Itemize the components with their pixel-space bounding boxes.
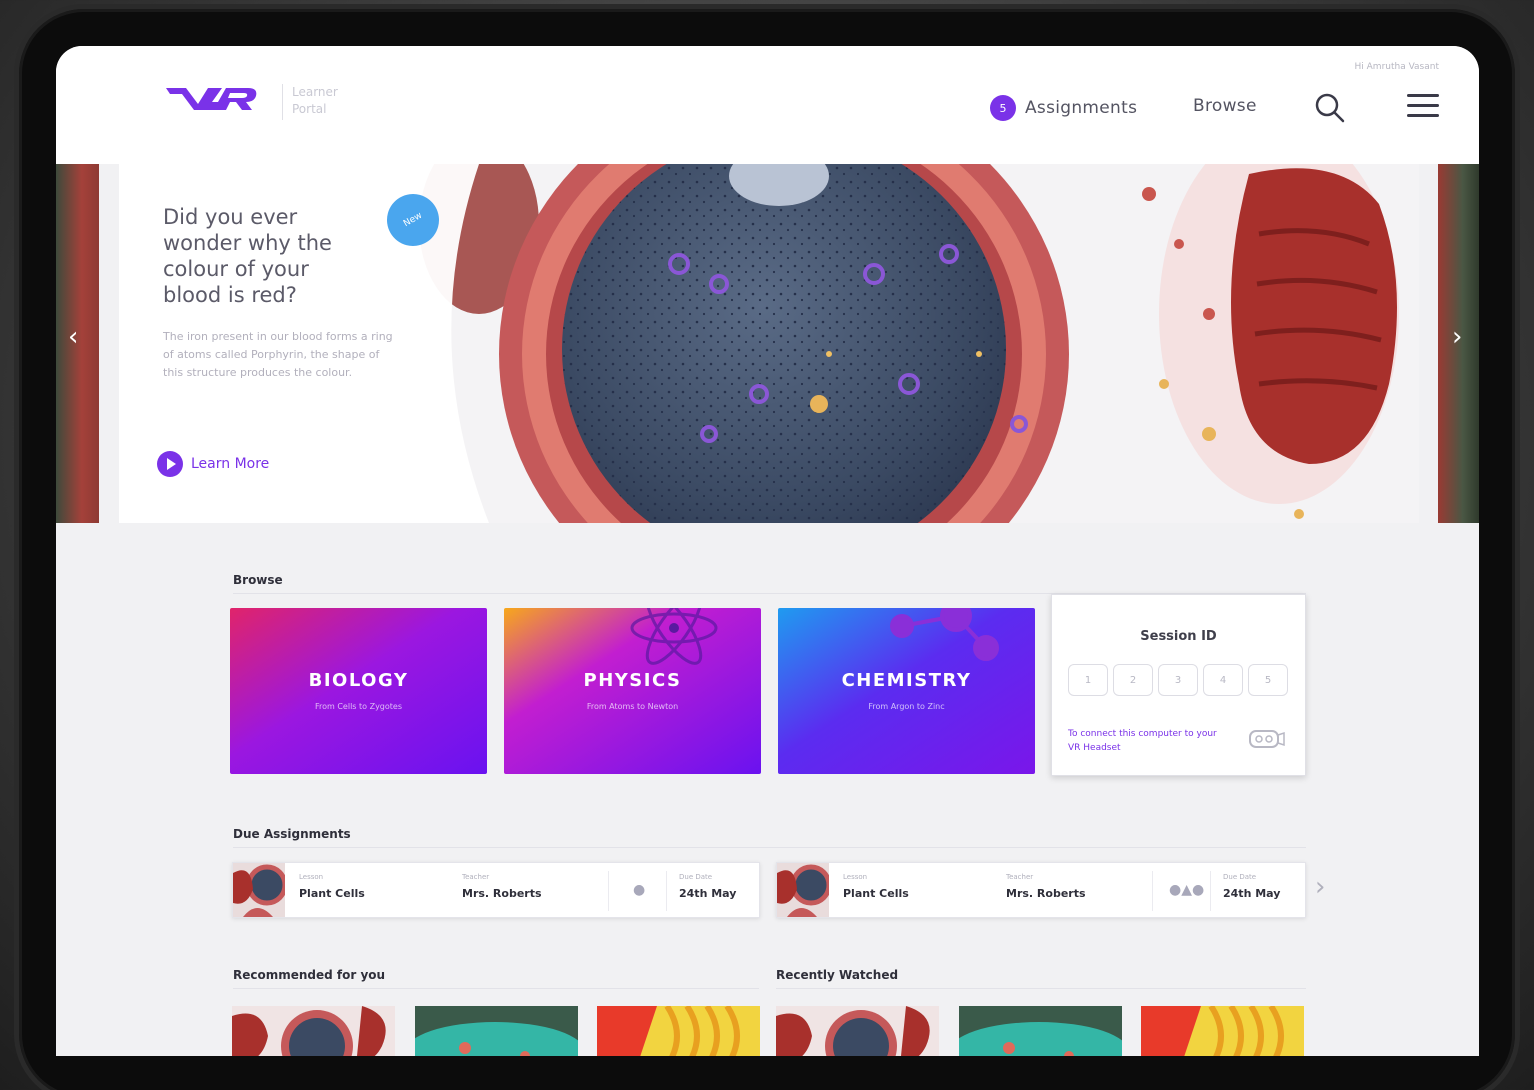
biology-card-background	[230, 608, 487, 774]
due-date-field: Due Date 24th May	[1223, 873, 1280, 900]
carousel-prev-icon[interactable]: ‹	[68, 322, 78, 352]
lesson-field: Lesson Plant Cells	[843, 873, 909, 900]
category-subtitle: From Cells to Zygotes	[314, 702, 402, 711]
recommended-title: Recommended for you	[233, 968, 386, 982]
category-title: BIOLOGY	[308, 670, 409, 691]
teacher-name: Mrs. Roberts	[462, 887, 542, 900]
learn-more-label: Learn More	[191, 456, 270, 472]
session-digit-box[interactable]: 4	[1203, 664, 1243, 696]
session-digit-box[interactable]: 3	[1158, 664, 1198, 696]
browse-section-title: Browse	[233, 573, 283, 587]
user-icon: ●	[633, 882, 646, 898]
teacher-label: Teacher	[462, 873, 490, 881]
lesson-field: Lesson Plant Cells	[299, 873, 365, 900]
due-date-label: Due Date	[679, 873, 713, 881]
session-digit-box[interactable]: 2	[1113, 664, 1153, 696]
carousel-next-icon[interactable]: ›	[1452, 322, 1462, 352]
video-thumbnail[interactable]	[959, 1006, 1122, 1056]
hamburger-menu-icon[interactable]	[1407, 94, 1439, 122]
group-icon: ●▲●	[1169, 882, 1205, 898]
video-thumbnail[interactable]	[1141, 1006, 1304, 1056]
video-thumbnail[interactable]	[597, 1006, 760, 1056]
lesson-thumbnail	[233, 863, 285, 917]
section-divider	[233, 847, 1306, 848]
lesson-name: Plant Cells	[299, 887, 365, 900]
chemistry-card-background	[778, 608, 1035, 774]
due-assignments-title: Due Assignments	[233, 827, 351, 841]
category-card-chemistry[interactable]: CHEMISTRY From Argon to Zinc	[778, 608, 1035, 774]
category-card-physics[interactable]: PHYSICS From Atoms to Newton	[504, 608, 761, 774]
session-digit-box[interactable]: 1	[1068, 664, 1108, 696]
video-thumbnail[interactable]	[415, 1006, 578, 1056]
session-title: Session ID	[1140, 629, 1217, 644]
category-card-biology[interactable]: BIOLOGY From Cells to Zygotes	[230, 608, 487, 774]
logo-divider	[282, 84, 283, 120]
due-date: 24th May	[1223, 887, 1281, 900]
due-date-field: Due Date 24th May	[679, 873, 736, 900]
user-greeting[interactable]: Hi Amrutha Vasant	[1355, 62, 1439, 72]
section-divider	[776, 988, 1306, 989]
teacher-label: Teacher	[1006, 873, 1034, 881]
session-digit-box[interactable]: 5	[1248, 664, 1288, 696]
lesson-thumbnail	[777, 863, 829, 917]
section-divider	[233, 988, 759, 989]
nav-assignments-label: Assignments	[1025, 98, 1138, 118]
play-icon	[157, 451, 183, 477]
assignment-card[interactable]: Lesson Plant Cells Teacher Mrs. Roberts …	[232, 862, 760, 918]
hero-banner: Did you ever wonder why the colour of yo…	[119, 164, 1419, 523]
field-divider	[1210, 871, 1211, 911]
learn-more-button[interactable]: Learn More	[157, 451, 269, 477]
field-divider	[608, 871, 609, 911]
lesson-label: Lesson	[843, 873, 868, 881]
nav-browse[interactable]: Browse	[1193, 96, 1257, 116]
hero-text-panel: Did you ever wonder why the colour of yo…	[119, 164, 459, 523]
session-code-inputs: 1 2 3 4 5	[1068, 664, 1288, 696]
nav-assignments[interactable]: 5 Assignments	[990, 94, 1137, 122]
hero-description: The iron present in our blood forms a ri…	[163, 330, 393, 379]
assignments-count-badge: 5	[990, 95, 1016, 121]
portal-label: Learner Portal	[292, 85, 338, 116]
video-thumbnail[interactable]	[232, 1006, 395, 1056]
assignments-next-icon[interactable]: ›	[1315, 872, 1325, 902]
vr-logo[interactable]	[164, 84, 258, 114]
due-date: 24th May	[679, 887, 737, 900]
field-divider	[1152, 871, 1153, 911]
due-date-label: Due Date	[1223, 873, 1257, 881]
category-title: CHEMISTRY	[841, 670, 972, 691]
category-title: PHYSICS	[583, 670, 682, 691]
teacher-name: Mrs. Roberts	[1006, 887, 1086, 900]
physics-card-background	[504, 608, 761, 774]
assignment-card[interactable]: Lesson Plant Cells Teacher Mrs. Roberts …	[776, 862, 1306, 918]
top-header: Learner Portal Hi Amrutha Vasant 5 Assig…	[56, 46, 1479, 164]
lesson-label: Lesson	[299, 873, 324, 881]
session-help-link[interactable]: To connect this computer to your VR Head…	[1068, 727, 1228, 755]
video-thumbnail[interactable]	[776, 1006, 939, 1056]
carousel-prev-slide[interactable]: ‹	[56, 164, 99, 523]
teacher-field: Teacher Mrs. Roberts	[1006, 873, 1086, 900]
teacher-field: Teacher Mrs. Roberts	[462, 873, 542, 900]
category-subtitle: From Argon to Zinc	[868, 702, 945, 711]
hero-title: Did you ever wonder why the colour of yo…	[163, 205, 332, 307]
carousel-next-slide[interactable]: ›	[1438, 164, 1479, 523]
session-id-card: Session ID 1 2 3 4 5 To connect this com…	[1051, 594, 1306, 776]
new-badge: New	[377, 184, 449, 256]
app-screen: Learner Portal Hi Amrutha Vasant 5 Assig…	[56, 46, 1479, 1056]
lesson-name: Plant Cells	[843, 887, 909, 900]
category-subtitle: From Atoms to Newton	[586, 702, 679, 711]
vr-headset-icon	[1249, 730, 1285, 748]
field-divider	[666, 871, 667, 911]
recently-watched-title: Recently Watched	[776, 968, 899, 982]
search-icon[interactable]	[1314, 92, 1346, 124]
